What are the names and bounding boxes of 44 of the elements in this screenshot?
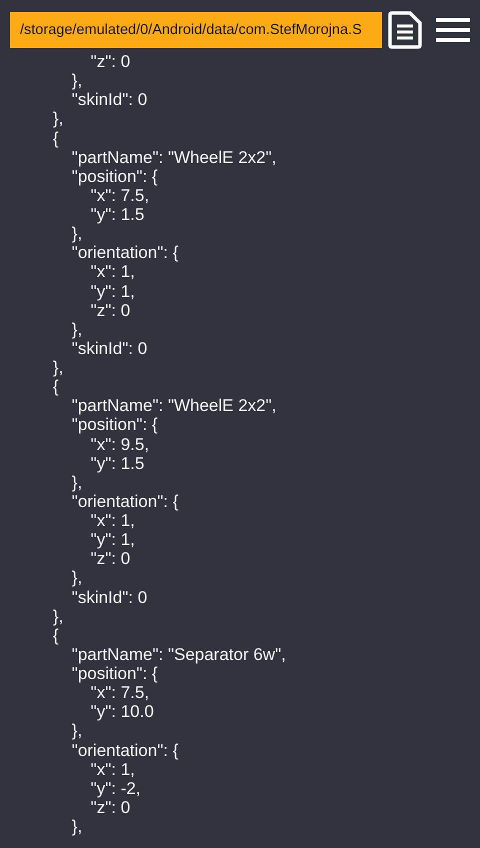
code-line: "position": {: [70, 664, 159, 684]
code-line: {: [52, 128, 60, 148]
code-line: },: [70, 224, 84, 244]
code-line: "position": {: [70, 166, 159, 186]
code-line: "x": 1,: [90, 262, 136, 282]
code-line: },: [52, 358, 64, 378]
menu-icon[interactable]: [436, 17, 470, 43]
code-line: "x": 9.5,: [90, 434, 150, 454]
code-line: "y": 1,: [90, 530, 136, 550]
code-line: "y": 10.0: [90, 702, 155, 722]
code-line: "y": 1.5: [90, 205, 146, 224]
code-line: "z": 0: [90, 798, 132, 817]
code-line: "skinId": 0: [70, 90, 148, 110]
code-line: "z": 0: [90, 300, 132, 320]
code-line: "skinId": 0: [70, 338, 148, 358]
code-line: "orientation": {: [70, 492, 180, 511]
code-line: "z": 0: [90, 52, 132, 72]
code-line: "position": {: [70, 415, 159, 434]
code-line: {: [52, 626, 60, 645]
document-icon[interactable]: [388, 11, 422, 49]
code-line: "y": 1,: [90, 282, 136, 301]
code-line: },: [70, 568, 84, 588]
code-line: "y": -2,: [90, 778, 142, 798]
code-line: },: [70, 320, 84, 339]
code-line: "x": 1,: [90, 760, 136, 779]
code-line: },: [70, 817, 84, 836]
code-line: "x": 1,: [90, 511, 136, 530]
code-line: },: [52, 606, 64, 626]
code-line: "y": 1.5: [90, 454, 146, 473]
code-line: "x": 7.5,: [90, 186, 150, 205]
code-line: },: [70, 472, 84, 492]
code-line: },: [52, 109, 64, 128]
code-line: },: [70, 71, 84, 90]
code-line: "x": 7.5,: [90, 683, 150, 702]
code-line: {: [52, 377, 60, 396]
code-line: "partName": "WheelE 2x2",: [70, 148, 278, 167]
code-line: "orientation": {: [70, 740, 180, 760]
code-line: "orientation": {: [70, 243, 180, 262]
code-line: "z": 0: [90, 549, 132, 568]
code-line: },: [70, 721, 84, 740]
path-field[interactable]: /storage/emulated/0/Android/data/com.StefMorojna.S: [10, 12, 382, 48]
code-line: "partName": "Separator 6w",: [70, 644, 287, 664]
code-line: "partName": "WheelE 2x2",: [70, 396, 278, 416]
code-line: "skinId": 0: [70, 588, 148, 607]
